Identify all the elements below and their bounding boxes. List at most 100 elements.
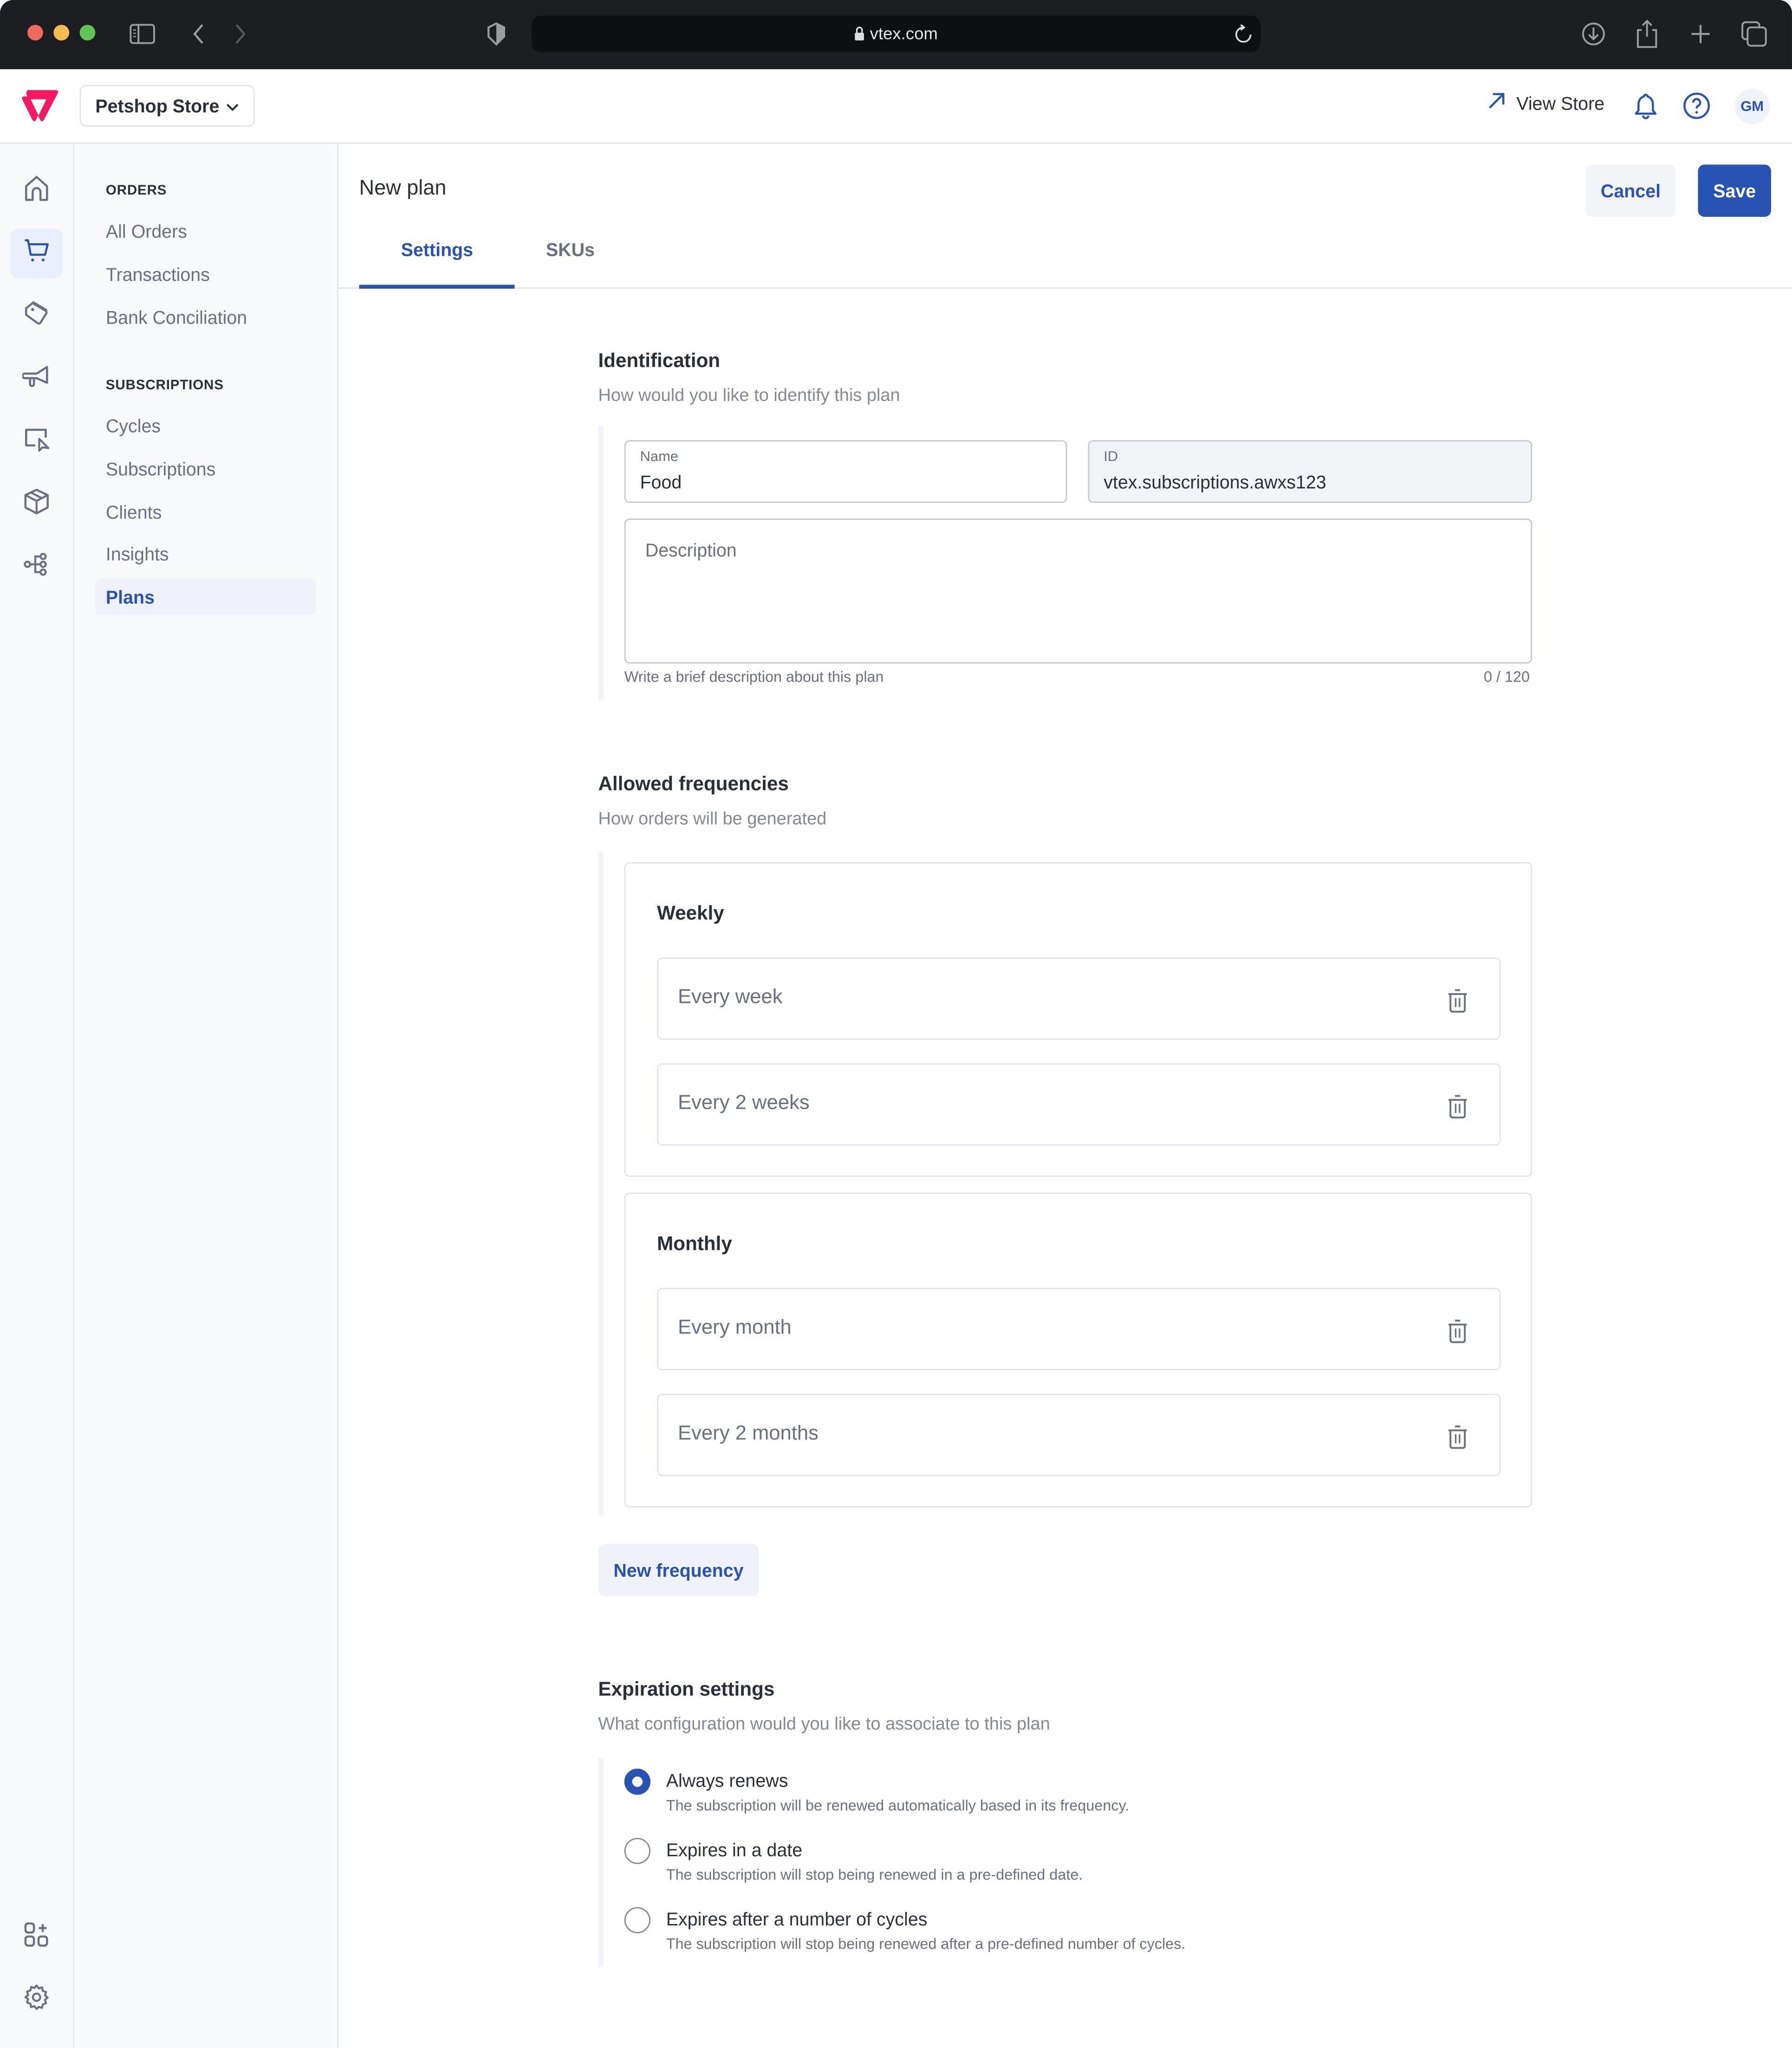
description-placeholder: Description	[645, 539, 737, 560]
cancel-button[interactable]: Cancel	[1585, 164, 1676, 217]
rail-promotions[interactable]	[11, 291, 63, 341]
tag-icon	[22, 299, 51, 334]
frequencies-accent	[598, 852, 604, 1515]
flow-icon	[22, 549, 51, 585]
tabs-divider	[338, 287, 1792, 289]
radio-description: The subscription will stop being renewed…	[666, 1937, 1186, 1953]
radio-always-renews[interactable]	[624, 1768, 651, 1795]
rail-settings[interactable]	[11, 1975, 63, 2025]
rail-marketing[interactable]	[11, 354, 63, 403]
frequency-item: Every week	[657, 957, 1501, 1040]
lock-icon	[854, 25, 865, 44]
subnav-item-transactions[interactable]: Transactions	[95, 256, 316, 293]
page-title: New plan	[359, 177, 447, 200]
gear-icon	[22, 1982, 51, 2017]
frequency-item-label: Every week	[678, 986, 783, 1008]
megaphone-icon	[21, 361, 51, 397]
view-store-link[interactable]: View Store	[1487, 91, 1604, 114]
trash-icon[interactable]	[1446, 1093, 1469, 1119]
download-icon[interactable]	[1578, 18, 1610, 50]
forward-icon[interactable]	[225, 18, 256, 50]
frequency-group-title: Monthly	[657, 1233, 732, 1255]
shield-icon[interactable]	[480, 18, 512, 50]
description-helper: Write a brief description about this pla…	[624, 670, 884, 686]
active-tab-indicator	[359, 285, 515, 289]
trash-icon[interactable]	[1446, 988, 1469, 1014]
expiration-accent	[598, 1758, 604, 1967]
radio-description: The subscription will stop being renewed…	[666, 1868, 1083, 1884]
browser-toolbar: vtex.com	[0, 0, 1792, 71]
address-bar[interactable]: vtex.com	[532, 15, 1260, 52]
avatar[interactable]: GM	[1734, 89, 1770, 124]
identification-title: Identification	[598, 350, 721, 372]
help-icon[interactable]	[1682, 91, 1711, 120]
external-arrow-icon	[1487, 91, 1506, 114]
description-textarea[interactable]: Description	[624, 518, 1532, 664]
radio-expires-date[interactable]	[624, 1838, 651, 1864]
subnav-item-bank-conciliation[interactable]: Bank Conciliation	[95, 299, 316, 336]
rail-orders[interactable]	[10, 228, 63, 279]
url-text: vtex.com	[870, 23, 938, 43]
radio-label[interactable]: Always renews	[666, 1770, 788, 1791]
back-icon[interactable]	[183, 18, 214, 50]
radio-label[interactable]: Expires in a date	[666, 1839, 802, 1860]
radio-expires-cycles[interactable]	[624, 1907, 651, 1933]
subnav-item-insights[interactable]: Insights	[95, 535, 316, 572]
frequency-item-label: Every month	[678, 1316, 792, 1339]
subnav-item-clients[interactable]: Clients	[95, 494, 316, 530]
frequency-group-weekly: Weekly Every week Every 2 weeks	[624, 862, 1532, 1177]
rail-home[interactable]	[11, 166, 63, 215]
description-counter: 0 / 120	[1484, 670, 1530, 686]
id-field-label: ID	[1104, 449, 1118, 465]
vtex-logo[interactable]	[21, 89, 60, 123]
id-field[interactable]: ID vtex.subscriptions.awxs123	[1088, 440, 1532, 503]
frequency-item-label: Every 2 months	[678, 1422, 819, 1445]
store-selector[interactable]: Petshop Store	[79, 85, 255, 127]
save-button[interactable]: Save	[1698, 164, 1771, 217]
bell-icon[interactable]	[1631, 91, 1660, 120]
new-tab-icon[interactable]	[1685, 18, 1716, 50]
rail-apps[interactable]	[11, 1912, 63, 1962]
id-field-value: vtex.subscriptions.awxs123	[1104, 471, 1326, 493]
subnav-item-cycles[interactable]: Cycles	[95, 408, 316, 444]
rail-storefront[interactable]	[11, 416, 63, 466]
frequencies-subtitle: How orders will be generated	[598, 808, 827, 828]
name-field-value: Food	[640, 471, 682, 493]
store-name: Petshop Store	[95, 95, 220, 117]
avatar-initials: GM	[1740, 98, 1764, 115]
minimize-window-button[interactable]	[53, 25, 70, 41]
subnav-heading-orders: ORDERS	[105, 182, 167, 199]
new-frequency-button[interactable]: New frequency	[598, 1544, 759, 1596]
frequency-group-title: Weekly	[657, 903, 724, 925]
maximize-window-button[interactable]	[79, 25, 96, 41]
share-icon[interactable]	[1631, 18, 1663, 50]
trash-icon[interactable]	[1446, 1318, 1469, 1344]
close-window-button[interactable]	[27, 25, 43, 41]
section-sidebar: ORDERS All Orders Transactions Bank Conc…	[74, 143, 338, 2048]
tab-settings[interactable]: Settings	[401, 239, 473, 260]
view-store-label: View Store	[1516, 92, 1605, 113]
box-icon	[22, 487, 51, 522]
rail-catalog[interactable]	[11, 480, 63, 529]
name-field-label: Name	[640, 449, 679, 465]
apps-add-icon	[22, 1919, 51, 1955]
sidebar-toggle-icon[interactable]	[127, 18, 158, 50]
reload-icon[interactable]	[1234, 24, 1253, 51]
identification-subtitle: How would you like to identify this plan	[598, 385, 900, 405]
subnav-item-subscriptions[interactable]: Subscriptions	[95, 451, 316, 488]
identification-accent	[598, 426, 604, 700]
icon-rail	[0, 143, 75, 2048]
home-icon	[22, 173, 51, 208]
app-header: Petshop Store View Store GM	[0, 69, 1792, 144]
name-field[interactable]: Name Food	[624, 440, 1067, 503]
expiration-subtitle: What configuration would you like to ass…	[598, 1714, 1050, 1734]
tabs-overview-icon[interactable]	[1739, 18, 1770, 50]
trash-icon[interactable]	[1446, 1424, 1469, 1450]
subnav-item-plans[interactable]: Plans	[95, 579, 316, 616]
subnav-item-all-orders[interactable]: All Orders	[95, 213, 316, 250]
frequency-item-label: Every 2 weeks	[678, 1092, 810, 1114]
rail-integrations[interactable]	[11, 542, 63, 592]
radio-label[interactable]: Expires after a number of cycles	[666, 1908, 928, 1929]
tab-skus[interactable]: SKUs	[546, 239, 595, 260]
frequency-item: Every month	[657, 1288, 1501, 1371]
